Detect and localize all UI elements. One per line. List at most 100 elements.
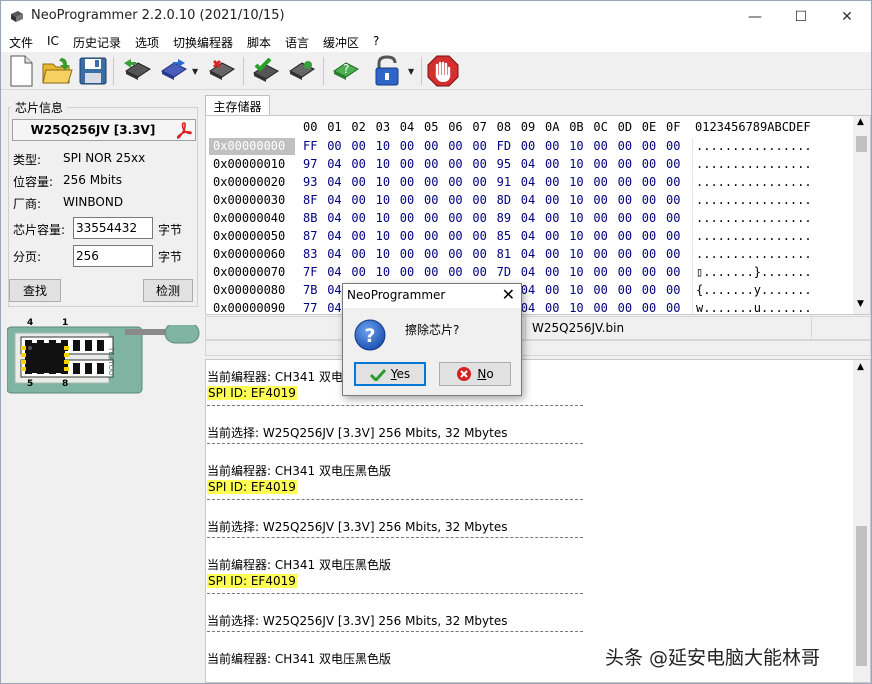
hex-byte[interactable]: 00 (448, 211, 462, 225)
hex-byte[interactable]: 00 (593, 175, 607, 189)
menu-language[interactable]: 语言 (285, 34, 309, 51)
hex-byte[interactable]: 00 (545, 283, 559, 297)
dialog-close-icon[interactable]: ✕ (502, 285, 515, 304)
hex-byte[interactable]: 10 (376, 211, 390, 225)
dialog-title-bar[interactable]: NeoProgrammer ✕ (343, 284, 521, 308)
scroll-up-icon[interactable]: ▲ (857, 362, 864, 372)
maximize-button[interactable]: ☐ (778, 1, 824, 32)
hex-byte[interactable]: 00 (618, 301, 632, 314)
hex-byte[interactable]: 8B (303, 211, 317, 225)
hex-byte[interactable]: 10 (376, 175, 390, 189)
hex-byte[interactable]: 04 (521, 265, 535, 279)
hex-byte[interactable]: 00 (327, 139, 341, 153)
hex-byte[interactable]: 00 (400, 265, 414, 279)
hex-byte[interactable]: 00 (642, 265, 656, 279)
hex-byte[interactable]: 04 (521, 157, 535, 171)
hex-byte[interactable]: 10 (376, 193, 390, 207)
hex-byte[interactable]: 00 (448, 265, 462, 279)
hex-byte[interactable]: 00 (666, 301, 680, 314)
hex-row[interactable]: 0x00000090770400100000000075040010000000… (206, 300, 856, 314)
hex-byte[interactable]: 10 (376, 157, 390, 171)
close-button[interactable]: ✕ (824, 1, 870, 32)
hex-ascii[interactable]: {.......y....... (692, 282, 844, 299)
hex-byte[interactable]: 10 (569, 157, 583, 171)
hex-byte[interactable]: 00 (448, 193, 462, 207)
hex-byte[interactable]: 10 (569, 265, 583, 279)
hex-byte[interactable]: 00 (400, 229, 414, 243)
hex-byte[interactable]: 00 (472, 211, 486, 225)
hex-byte[interactable]: 8F (303, 193, 317, 207)
hex-byte[interactable]: 00 (472, 229, 486, 243)
erase-chip-button[interactable] (205, 54, 237, 88)
hex-byte[interactable]: 00 (618, 265, 632, 279)
hex-byte[interactable]: 00 (642, 247, 656, 261)
hex-byte[interactable]: 7F (303, 265, 317, 279)
minimize-button[interactable]: — (732, 1, 778, 32)
blank-check-button[interactable] (285, 54, 317, 88)
hex-byte[interactable]: 04 (521, 211, 535, 225)
hex-byte[interactable]: 00 (448, 229, 462, 243)
hex-byte[interactable]: 00 (618, 247, 632, 261)
hex-byte[interactable]: 04 (327, 175, 341, 189)
hex-byte[interactable]: 00 (545, 301, 559, 314)
hex-byte[interactable]: 00 (642, 211, 656, 225)
hex-byte[interactable]: 00 (351, 193, 365, 207)
hex-row[interactable]: 0x00000000 FF 00 00 10 00 00 00 00 FD 00 00 10 00 00 00… (206, 138, 856, 156)
menu-script[interactable]: 脚本 (247, 34, 271, 51)
menu-file[interactable]: 文件 (9, 34, 33, 51)
yes-button[interactable]: Yes (354, 362, 426, 386)
hex-byte[interactable]: 00 (666, 211, 680, 225)
hex-scroll-thumb[interactable] (856, 136, 867, 152)
hex-byte[interactable]: 04 (521, 301, 535, 314)
hex-byte[interactable]: 04 (327, 247, 341, 261)
hex-byte[interactable]: 00 (472, 175, 486, 189)
hex-byte[interactable]: 00 (351, 247, 365, 261)
hex-byte[interactable]: 00 (545, 193, 559, 207)
hex-byte[interactable]: 00 (424, 157, 438, 171)
hex-row[interactable]: 0x00000020 93 04 00 10 00 00 00 00 91 04 00 10 00 00 00… (206, 174, 856, 192)
hex-byte[interactable]: 00 (545, 247, 559, 261)
hex-byte[interactable]: 00 (593, 139, 607, 153)
tab-main-memory[interactable]: 主存储器 (205, 95, 270, 115)
hex-byte[interactable]: 81 (497, 247, 511, 261)
protect-button[interactable] (371, 54, 403, 88)
hex-scrollbar[interactable]: ▲ ▼ (853, 116, 870, 314)
hex-byte[interactable]: 00 (545, 229, 559, 243)
title-bar[interactable]: NeoProgrammer 2.2.0.10 (2021/10/15) — ☐ … (1, 1, 871, 32)
hex-byte[interactable]: FF (303, 139, 317, 153)
hex-byte[interactable]: 00 (618, 211, 632, 225)
hex-byte[interactable]: 10 (569, 301, 583, 314)
capacity-field[interactable]: 33554432 (73, 217, 153, 239)
hex-byte[interactable]: 00 (642, 139, 656, 153)
menu-buffer[interactable]: 缓冲区 (323, 34, 359, 51)
verify-chip-button[interactable] (249, 54, 281, 88)
hex-byte[interactable]: 00 (666, 193, 680, 207)
hex-byte[interactable]: 04 (327, 193, 341, 207)
hex-byte[interactable]: 00 (545, 139, 559, 153)
hex-byte[interactable]: 00 (472, 265, 486, 279)
hex-byte[interactable]: 00 (400, 211, 414, 225)
hex-byte[interactable]: 00 (448, 139, 462, 153)
hex-byte[interactable]: 00 (618, 283, 632, 297)
hex-byte[interactable]: 00 (642, 283, 656, 297)
hex-byte[interactable]: 04 (521, 247, 535, 261)
find-button[interactable]: 查找 (9, 279, 61, 302)
menu-programmer[interactable]: 切换编程器 (173, 34, 233, 51)
hex-byte[interactable]: 00 (666, 139, 680, 153)
hex-byte[interactable]: 00 (424, 229, 438, 243)
hex-byte[interactable]: 04 (521, 193, 535, 207)
hex-byte[interactable]: 00 (593, 229, 607, 243)
hex-byte[interactable]: 00 (400, 193, 414, 207)
pdf-datasheet-icon[interactable] (175, 121, 193, 139)
hex-byte[interactable]: 95 (497, 157, 511, 171)
hex-byte[interactable]: FD (497, 139, 511, 153)
hex-byte[interactable]: 00 (593, 193, 607, 207)
hex-ascii[interactable]: ................ (692, 228, 844, 245)
hex-byte[interactable]: 10 (569, 247, 583, 261)
hex-row[interactable]: 0x00000040 8B 04 00 10 00 00 00 00 89 04 00 10 00 00 00… (206, 210, 856, 228)
detect-button[interactable]: 检测 (143, 279, 193, 302)
hex-byte[interactable]: 00 (642, 157, 656, 171)
auto-button[interactable]: ? (329, 54, 361, 88)
hex-ascii[interactable]: ................ (692, 174, 844, 191)
hex-row[interactable]: 0x00000030 8F 04 00 10 00 00 00 00 8D 04 00 10 00 00 00… (206, 192, 856, 210)
